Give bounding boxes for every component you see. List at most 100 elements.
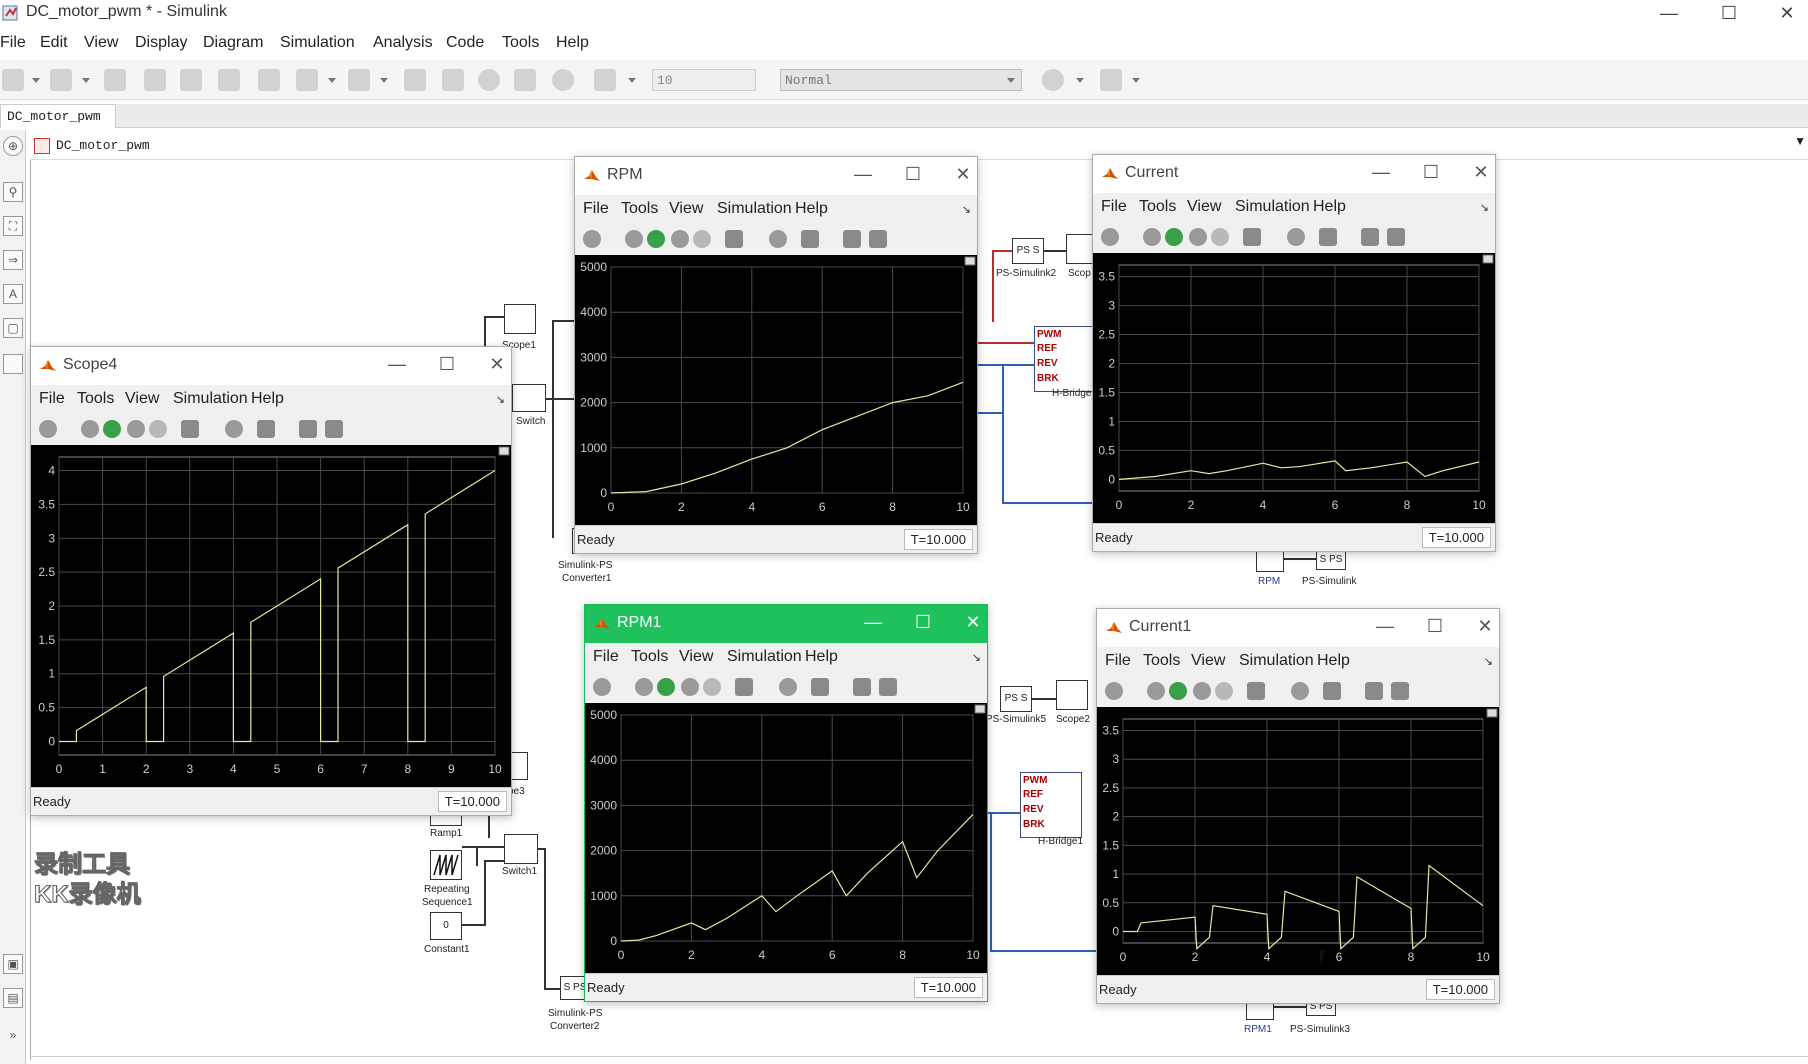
menu-display[interactable]: Display: [135, 34, 187, 52]
highlight-icon[interactable]: [735, 678, 753, 696]
run-icon[interactable]: [657, 678, 675, 696]
scope3-block[interactable]: [510, 752, 528, 780]
tab-dc-motor-pwm[interactable]: DC_motor_pwm: [0, 104, 116, 128]
run-icon[interactable]: [478, 69, 500, 91]
step-icon[interactable]: [1189, 228, 1207, 246]
scope-menu-view[interactable]: View: [1187, 198, 1221, 216]
scope1-block[interactable]: [504, 304, 536, 334]
new-model-icon[interactable]: [2, 69, 24, 91]
cursor-icon[interactable]: [1365, 682, 1383, 700]
screenshot-icon[interactable]: ▣: [3, 954, 23, 974]
scope-plot-area[interactable]: 0 2 4 6 8 10 0 0.5 1 1.5 2 2.5 3 3.5: [1097, 707, 1499, 977]
explorer-dropdown-icon[interactable]: [380, 78, 388, 83]
menu-analysis[interactable]: Analysis: [373, 34, 433, 52]
step-icon[interactable]: [681, 678, 699, 696]
scope-menu-view[interactable]: View: [125, 390, 159, 408]
minimize-icon[interactable]: —: [385, 354, 409, 375]
menu-view[interactable]: View: [84, 34, 118, 52]
scope-menu-tools[interactable]: Tools: [77, 390, 114, 408]
ps-simulink5-block[interactable]: PS S: [1000, 686, 1032, 712]
scope-menu-help[interactable]: Help: [805, 648, 838, 666]
menu-help[interactable]: Help: [556, 34, 589, 52]
scope-menu-help[interactable]: Help: [251, 390, 284, 408]
run-icon[interactable]: [103, 420, 121, 438]
model-settings-gear-icon[interactable]: [296, 69, 318, 91]
cursor-icon[interactable]: [843, 230, 861, 248]
zoom-icon[interactable]: [779, 678, 797, 696]
maximize-icon[interactable]: ☐: [901, 164, 925, 185]
scale-icon[interactable]: [801, 230, 819, 248]
rewind-icon[interactable]: [1147, 682, 1165, 700]
close-icon[interactable]: ✕: [961, 612, 985, 633]
maximize-icon[interactable]: ☐: [1419, 162, 1443, 183]
scope-menu-simulation[interactable]: Simulation: [1235, 198, 1310, 216]
highlight-icon[interactable]: [1247, 682, 1265, 700]
scale-icon[interactable]: [1323, 682, 1341, 700]
gear-icon[interactable]: [583, 230, 601, 248]
scope-menu-help[interactable]: Help: [795, 200, 828, 218]
scope-menu-simulation[interactable]: Simulation: [727, 648, 802, 666]
ps-simulink-block[interactable]: S PS: [1316, 550, 1346, 570]
h-bridge-block[interactable]: PWM REF REV BRK: [1034, 326, 1096, 392]
maximize-icon[interactable]: ☐: [1714, 2, 1744, 24]
menu-diagram[interactable]: Diagram: [203, 34, 263, 52]
grid-dropdown-icon[interactable]: [1132, 78, 1140, 83]
model-browser-icon[interactable]: ▤: [3, 988, 23, 1008]
arrow-icon[interactable]: ⇒: [3, 250, 23, 270]
cursor-icon[interactable]: [853, 678, 871, 696]
scope-titlebar[interactable]: Current1 — ☐ ✕: [1097, 609, 1499, 647]
stop-time-input[interactable]: 10: [652, 69, 756, 91]
scope-window-rpm[interactable]: RPM — ☐ ✕ File Tools View Simulation Help ↘ 0 2 4 6 8 1…: [574, 156, 978, 554]
highlight-icon[interactable]: [181, 420, 199, 438]
cursor-icon[interactable]: [299, 420, 317, 438]
switch1-block[interactable]: [504, 834, 538, 864]
scope2-block[interactable]: [1056, 680, 1088, 710]
cursor-icon[interactable]: [1361, 228, 1379, 246]
step-icon[interactable]: [671, 230, 689, 248]
scope-titlebar[interactable]: RPM — ☐ ✕: [575, 157, 977, 195]
menu-code[interactable]: Code: [446, 34, 484, 52]
breadcrumb-dropdown-icon[interactable]: ▼: [1794, 134, 1806, 148]
stop-icon[interactable]: [552, 69, 574, 91]
highlight-icon[interactable]: [1243, 228, 1261, 246]
scale-icon[interactable]: [257, 420, 275, 438]
scope-menu-file[interactable]: File: [1101, 198, 1127, 216]
scope-menu-help[interactable]: Help: [1317, 652, 1350, 670]
scope-plot-area[interactable]: 0 1 2 3 4 5 6 7 8 9 10 0 0.5 1 1.5 2 2.5 3 3.5 4: [31, 445, 511, 789]
minimize-icon[interactable]: —: [861, 612, 885, 633]
open-folder-icon[interactable]: [50, 69, 72, 91]
gear-icon[interactable]: [39, 420, 57, 438]
scale-icon[interactable]: [1319, 228, 1337, 246]
switch-block[interactable]: [512, 384, 546, 412]
run-icon[interactable]: [1169, 682, 1187, 700]
stop-icon[interactable]: [1215, 682, 1233, 700]
scope-plot-area[interactable]: 0 2 4 6 8 10 0 0.5 1 1.5 2 2.5 3 3.5: [1093, 253, 1495, 525]
stop-icon[interactable]: [1211, 228, 1229, 246]
rpm-scope-block[interactable]: [1256, 550, 1284, 572]
step-icon[interactable]: [1193, 682, 1211, 700]
image-icon[interactable]: ▢: [3, 318, 23, 338]
back-arrow-icon[interactable]: [144, 69, 166, 91]
fit-to-view-icon[interactable]: ⛶: [3, 216, 23, 236]
record-icon[interactable]: [404, 69, 426, 91]
gear-icon[interactable]: [1105, 682, 1123, 700]
zoom-icon[interactable]: ⚲: [3, 182, 23, 202]
scope-menu-help[interactable]: Help: [1313, 198, 1346, 216]
dock-icon[interactable]: ↘: [962, 203, 971, 216]
settings-dropdown-icon[interactable]: [328, 78, 336, 83]
scope-menu-view[interactable]: View: [1191, 652, 1225, 670]
zoom-icon[interactable]: [769, 230, 787, 248]
maximize-icon[interactable]: ☐: [1423, 616, 1447, 637]
close-icon[interactable]: ✕: [1469, 162, 1493, 183]
scope-menu-simulation[interactable]: Simulation: [173, 390, 248, 408]
minimize-icon[interactable]: —: [851, 164, 875, 185]
area-icon[interactable]: [3, 354, 23, 374]
simulation-mode-select[interactable]: Normal: [780, 69, 1022, 91]
model-explorer-icon[interactable]: [348, 69, 370, 91]
scope-window-rpm1[interactable]: RPM1 — ☐ ✕ File Tools View Simulation Help ↘ 0 2 4 6 8…: [584, 604, 988, 1002]
open-dropdown-icon[interactable]: [82, 78, 90, 83]
scope-menu-file[interactable]: File: [39, 390, 65, 408]
check-icon[interactable]: [1042, 69, 1064, 91]
hide-explorer-icon[interactable]: ⊕: [3, 136, 23, 156]
scope-menu-simulation[interactable]: Simulation: [717, 200, 792, 218]
